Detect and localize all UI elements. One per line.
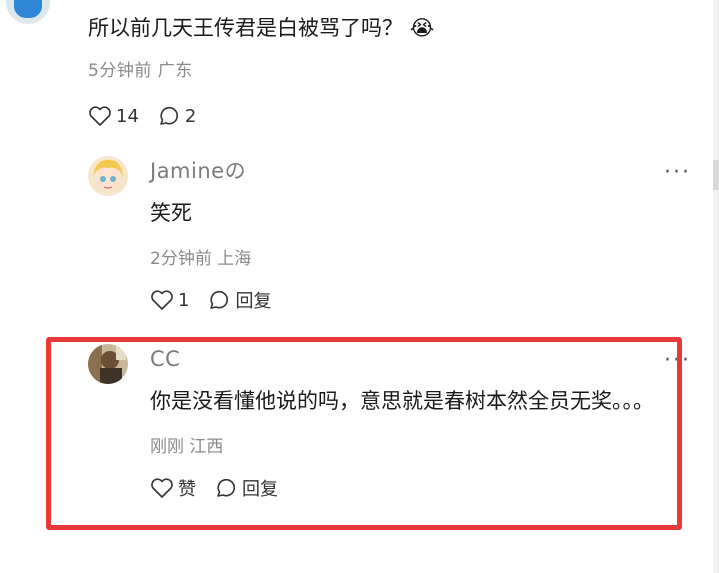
reply-meta: 刚刚 江西	[150, 432, 691, 457]
scrollbar-track[interactable]	[713, 0, 719, 573]
heart-icon	[151, 478, 173, 498]
reply-label: 回复	[242, 479, 278, 500]
like-button[interactable]: 14	[88, 105, 139, 127]
reply-time: 刚刚	[150, 437, 184, 457]
comment-meta: 5分钟前 广东	[88, 56, 699, 81]
reply-location: 江西	[189, 437, 224, 457]
comment-bubble-icon	[217, 478, 236, 497]
avatar[interactable]	[88, 156, 128, 196]
reply-count: 2	[184, 105, 197, 127]
reply-button[interactable]: 回复	[214, 475, 278, 501]
comment-location: 广东	[157, 61, 193, 81]
viewport-crop	[0, 533, 713, 573]
reply-meta: 2分钟前 上海	[150, 244, 691, 269]
reply-item: Jamineの 笑死 2分钟前 上海 1 回复 ···	[88, 156, 691, 315]
main-comment: 所以前几天王传君是白被骂了吗？ 😭 5分钟前 广东 14 2	[88, 8, 699, 131]
comment-bubble-icon	[160, 106, 178, 125]
scrollbar-thumb[interactable]	[713, 160, 719, 190]
reply-item: CC 你是没看懂他说的吗，意思就是春树本然全员无奖。。。 刚刚 江西 赞 回复 …	[88, 344, 691, 503]
reply-label: 回复	[235, 291, 272, 312]
reply-location: 上海	[217, 249, 252, 269]
more-options-button[interactable]: ···	[664, 162, 691, 184]
like-count: 14	[116, 105, 139, 127]
reply-count-button[interactable]: 2	[157, 105, 196, 127]
comment-text: 所以前几天王传君是白被骂了吗？ 😭	[88, 16, 435, 40]
anime-avatar-icon	[88, 156, 128, 196]
more-options-button[interactable]: ···	[664, 350, 691, 372]
avatar-shirt-graphic	[14, 0, 42, 18]
reply-actions: 赞 回复	[150, 473, 691, 503]
heart-icon	[151, 290, 173, 310]
like-count: 1	[178, 289, 190, 311]
reply-time: 2分钟前	[150, 249, 212, 269]
crying-emoji-icon: 😭	[409, 16, 435, 40]
photo-avatar-icon	[88, 344, 128, 384]
heart-icon	[89, 106, 111, 126]
reply-text: 笑死	[150, 201, 192, 225]
reply-text: 你是没看懂他说的吗，意思就是春树本然全员无奖。。。	[150, 389, 654, 413]
comment-bubble-icon	[210, 290, 229, 309]
reply-username[interactable]: CC	[150, 344, 691, 374]
avatar[interactable]	[88, 344, 128, 384]
like-button[interactable]: 赞	[150, 475, 196, 501]
reply-username[interactable]: Jamineの	[150, 156, 691, 186]
like-button[interactable]: 1	[150, 289, 189, 311]
comment-actions: 14 2	[88, 101, 699, 131]
reply-actions: 1 回复	[150, 285, 691, 315]
reply-button[interactable]: 回复	[207, 287, 271, 313]
comment-time: 5分钟前	[88, 61, 152, 81]
like-label: 赞	[178, 479, 196, 500]
commenter-avatar[interactable]	[6, 0, 50, 24]
